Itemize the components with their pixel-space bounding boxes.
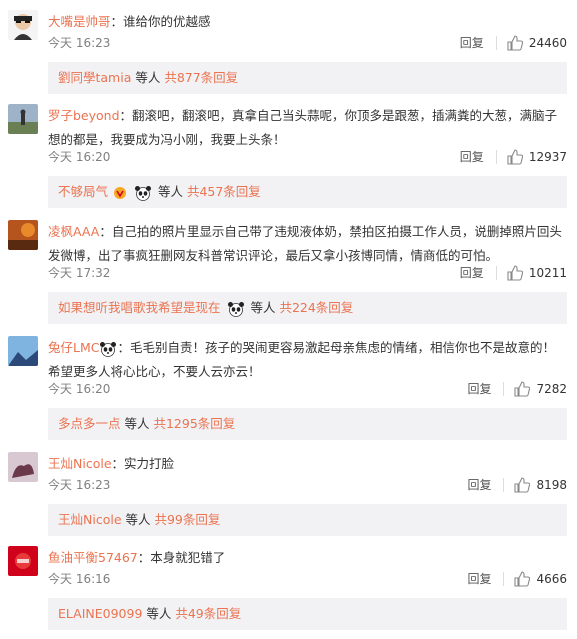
divider — [495, 149, 497, 164]
comment-content: 王灿Nicole：实力打脸 — [48, 456, 175, 471]
reply-count-link[interactable]: 共877条回复 — [164, 70, 238, 85]
comment-actions: 回复 7282 — [467, 380, 567, 397]
thumbs-up-icon[interactable] — [514, 570, 531, 587]
comment-text: 谁给你的优越感 — [123, 14, 211, 29]
like-count: 4666 — [536, 571, 567, 586]
reply-summary-bar[interactable]: 不够局气 等人 共457条回复 — [48, 176, 567, 208]
vip-badge-icon — [114, 186, 126, 199]
comment-content: 大嘴是帅哥：谁给你的优越感 — [48, 14, 211, 29]
like-count: 8198 — [536, 477, 567, 492]
avatar[interactable] — [8, 10, 38, 40]
comment-actions: 回复 8198 — [467, 476, 567, 493]
avatar[interactable] — [8, 452, 38, 482]
comment-username[interactable]: 凌枫AAA — [48, 224, 99, 239]
avatar[interactable] — [8, 546, 38, 576]
reply-button[interactable]: 回复 — [460, 34, 484, 51]
like-count: 24460 — [528, 35, 567, 50]
comment-actions: 回复 24460 — [460, 34, 567, 51]
divider — [503, 381, 505, 396]
comment-time: 今天 16:16 — [48, 572, 111, 586]
reply-count-link[interactable]: 共49条回复 — [175, 606, 241, 621]
divider — [495, 265, 497, 280]
reply-button[interactable]: 回复 — [467, 380, 491, 397]
comment-actions: 回复 10211 — [460, 264, 567, 281]
reply-summary-bar[interactable]: 王灿Nicole 等人 共99条回复 — [48, 504, 567, 536]
comment-content: 罗子beyond：翻滚吧，翻滚吧，真拿自己当头蒜呢，你顶多是跟葱，插满粪的大葱，… — [48, 108, 558, 147]
avatar[interactable] — [8, 104, 38, 134]
thumbs-up-icon[interactable] — [507, 148, 523, 165]
like-count: 10211 — [528, 265, 567, 280]
comment-username[interactable]: 罗子beyond — [48, 108, 120, 123]
thumbs-up-icon[interactable] — [507, 264, 523, 281]
divider — [503, 477, 505, 492]
comment-time: 今天 16:23 — [48, 478, 111, 492]
divider — [503, 571, 505, 586]
reply-username[interactable]: 王灿Nicole — [58, 512, 122, 527]
comment-actions: 回复 4666 — [467, 570, 567, 587]
reply-count-link[interactable]: 共99条回复 — [154, 512, 220, 527]
comment-time: 今天 16:20 — [48, 150, 111, 164]
reply-username[interactable]: 不够局气 — [58, 184, 108, 199]
reply-count-link[interactable]: 共457条回复 — [187, 184, 261, 199]
thumbs-up-icon[interactable] — [514, 380, 531, 397]
comment-time: 今天 16:23 — [48, 36, 111, 50]
comment-username[interactable]: 兔仔LMC — [48, 340, 99, 355]
reply-button[interactable]: 回复 — [460, 264, 484, 281]
like-count: 12937 — [528, 149, 567, 164]
reply-count-link[interactable]: 共1295条回复 — [153, 416, 235, 431]
reply-username[interactable]: 如果想听我唱歌我希望是现在 — [58, 300, 221, 315]
reply-count-link[interactable]: 共224条回复 — [279, 300, 353, 315]
thumbs-up-icon[interactable] — [507, 34, 523, 51]
comment-username[interactable]: 鱼油平衡57467 — [48, 550, 138, 565]
reply-summary-bar[interactable]: 多点多一点 等人 共1295条回复 — [48, 408, 567, 440]
reply-username[interactable]: 劉同學tamia — [58, 70, 131, 85]
reply-username[interactable]: 多点多一点 — [58, 416, 121, 431]
reply-summary-bar[interactable]: 劉同學tamia 等人 共877条回复 — [48, 62, 567, 94]
comment-time: 今天 16:20 — [48, 382, 111, 396]
comment-text: 实力打脸 — [124, 456, 175, 471]
comment-content: 鱼油平衡57467：本身就犯错了 — [48, 550, 226, 565]
like-count: 7282 — [536, 381, 567, 396]
comment-username[interactable]: 王灿Nicole — [48, 456, 112, 471]
divider — [495, 35, 497, 50]
comment-content: 兔仔LMC ：毛毛别自责！孩子的哭闹更容易激起母亲焦虑的情绪，相信你也不是故意的！… — [48, 340, 556, 379]
comment-text: 本身就犯错了 — [150, 550, 226, 565]
comment-content: 凌枫AAA：自己拍的照片里显示自己带了违规液体奶，禁拍区拍摄工作人员，说删掉照片… — [48, 224, 562, 263]
panda-emoji-icon — [100, 341, 117, 357]
avatar[interactable] — [8, 336, 38, 366]
reply-summary-bar[interactable]: 如果想听我唱歌我希望是现在 等人 共224条回复 — [48, 292, 567, 324]
reply-button[interactable]: 回复 — [460, 148, 484, 165]
comment-username[interactable]: 大嘴是帅哥 — [48, 14, 111, 29]
comment-time: 今天 17:32 — [48, 266, 111, 280]
avatar[interactable] — [8, 220, 38, 250]
panda-emoji-icon — [227, 301, 244, 317]
comment-text: 自己拍的照片里显示自己带了违规液体奶，禁拍区拍摄工作人员，说删掉照片回头发微博，… — [48, 224, 562, 263]
thumbs-up-icon[interactable] — [514, 476, 531, 493]
reply-button[interactable]: 回复 — [467, 476, 491, 493]
panda-emoji-icon — [134, 185, 151, 201]
comment-actions: 回复 12937 — [460, 148, 567, 165]
reply-summary-bar[interactable]: ELAINE09099 等人 共49条回复 — [48, 598, 567, 630]
reply-button[interactable]: 回复 — [467, 570, 491, 587]
reply-username[interactable]: ELAINE09099 — [58, 606, 142, 621]
